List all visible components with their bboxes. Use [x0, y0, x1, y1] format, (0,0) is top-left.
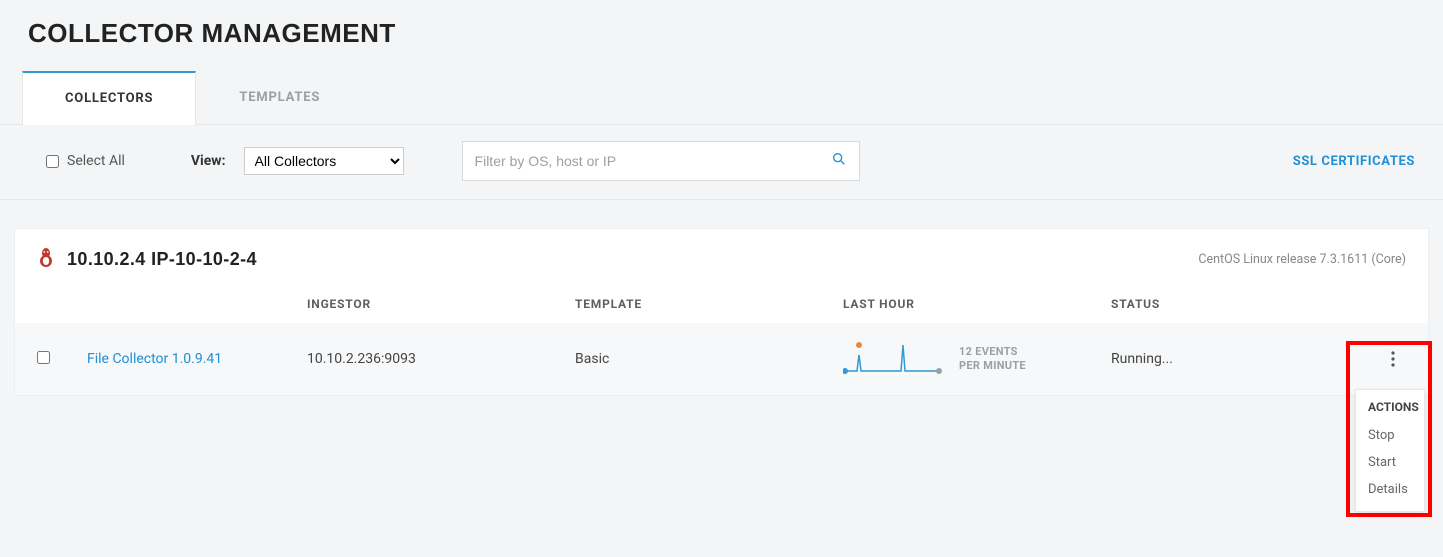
tab-templates[interactable]: TEMPLATES — [196, 71, 363, 124]
row-template: Basic — [575, 351, 843, 367]
action-stop[interactable]: Stop — [1356, 422, 1424, 449]
ssl-certificates-link[interactable]: SSL CERTIFICATES — [1293, 154, 1415, 169]
view-label: View: — [191, 153, 226, 169]
sparkline-wrap: 12 EVENTS PER MINUTE — [843, 337, 1111, 381]
col-header-template: TEMPLATE — [575, 297, 843, 311]
sparkline-meta: 12 EVENTS PER MINUTE — [959, 345, 1026, 374]
card-header: 10.10.2.4 IP-10-10-2-4 CentOS Linux rele… — [15, 229, 1428, 287]
select-all-checkbox[interactable] — [46, 155, 59, 168]
actions-menu-title: ACTIONS — [1356, 400, 1424, 422]
tab-collectors[interactable]: COLLECTORS — [22, 71, 196, 125]
host-title: 10.10.2.4 IP-10-10-2-4 — [67, 249, 257, 270]
search-icon[interactable] — [831, 151, 847, 171]
action-details[interactable]: Details — [1356, 476, 1424, 503]
filter-wrap[interactable] — [462, 141, 860, 181]
page-title: COLLECTOR MANAGEMENT — [0, 0, 1443, 71]
filter-input[interactable] — [475, 153, 831, 169]
events-count: 12 EVENTS — [959, 345, 1026, 359]
view-select[interactable]: All Collectors — [244, 147, 404, 175]
col-header-ingestor: INGESTOR — [307, 297, 575, 311]
sparkline-icon — [843, 337, 947, 381]
select-all-wrap[interactable]: Select All — [46, 153, 125, 169]
row-checkbox[interactable] — [37, 351, 50, 364]
col-header-status: STATUS — [1111, 297, 1341, 311]
row-ingestor: 10.10.2.236:9093 — [307, 351, 575, 367]
col-header-lasthour: LAST HOUR — [843, 297, 1111, 311]
tabs-row: COLLECTORS TEMPLATES — [0, 71, 1443, 125]
kebab-icon — [1391, 351, 1395, 367]
row-actions-kebab[interactable] — [1380, 346, 1406, 372]
table-row: File Collector 1.0.9.41 10.10.2.236:9093… — [15, 323, 1428, 395]
events-unit: PER MINUTE — [959, 359, 1026, 373]
linux-icon — [37, 247, 55, 271]
host-card: 10.10.2.4 IP-10-10-2-4 CentOS Linux rele… — [14, 228, 1429, 396]
row-status: Running... — [1111, 351, 1341, 367]
os-release: CentOS Linux release 7.3.1611 (Core) — [1198, 252, 1406, 267]
select-all-label: Select All — [67, 153, 125, 169]
column-headers: INGESTOR TEMPLATE LAST HOUR STATUS — [15, 287, 1428, 323]
actions-menu: ACTIONS Stop Start Details — [1355, 389, 1425, 512]
collector-name-link[interactable]: File Collector 1.0.9.41 — [87, 351, 222, 367]
toolbar: Select All View: All Collectors SSL CERT… — [0, 125, 1443, 200]
action-start[interactable]: Start — [1356, 449, 1424, 476]
